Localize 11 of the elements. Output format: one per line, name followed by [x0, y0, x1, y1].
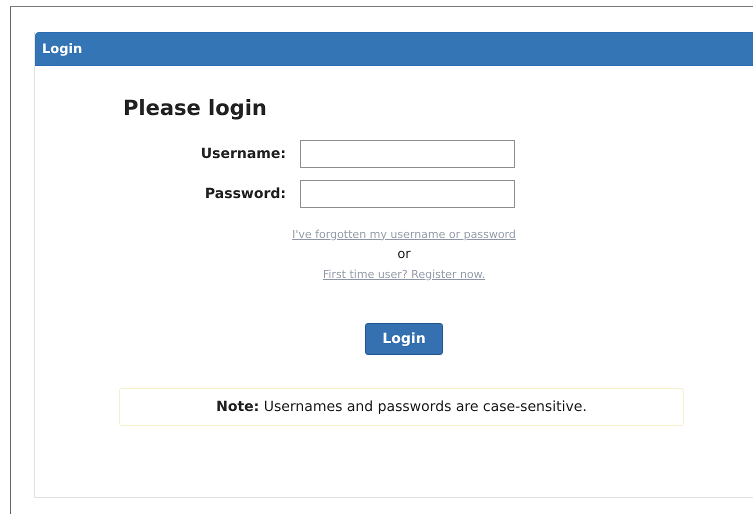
link[interactable]: First time user? Register now. [322, 268, 486, 280]
input-field[interactable] [300, 180, 515, 208]
field-label: Password: [204, 186, 287, 202]
panel-title: Login [42, 42, 82, 56]
note-text: Note: Usernames and passwords are case-sensitive. [216, 399, 587, 415]
heading: Please login [123, 96, 268, 120]
field-label: Username: [200, 146, 287, 162]
login-button[interactable]: Login [365, 323, 443, 355]
or-text: or [397, 246, 411, 262]
input-field[interactable] [300, 140, 515, 168]
link[interactable]: I've forgotten my username or password [292, 228, 516, 240]
